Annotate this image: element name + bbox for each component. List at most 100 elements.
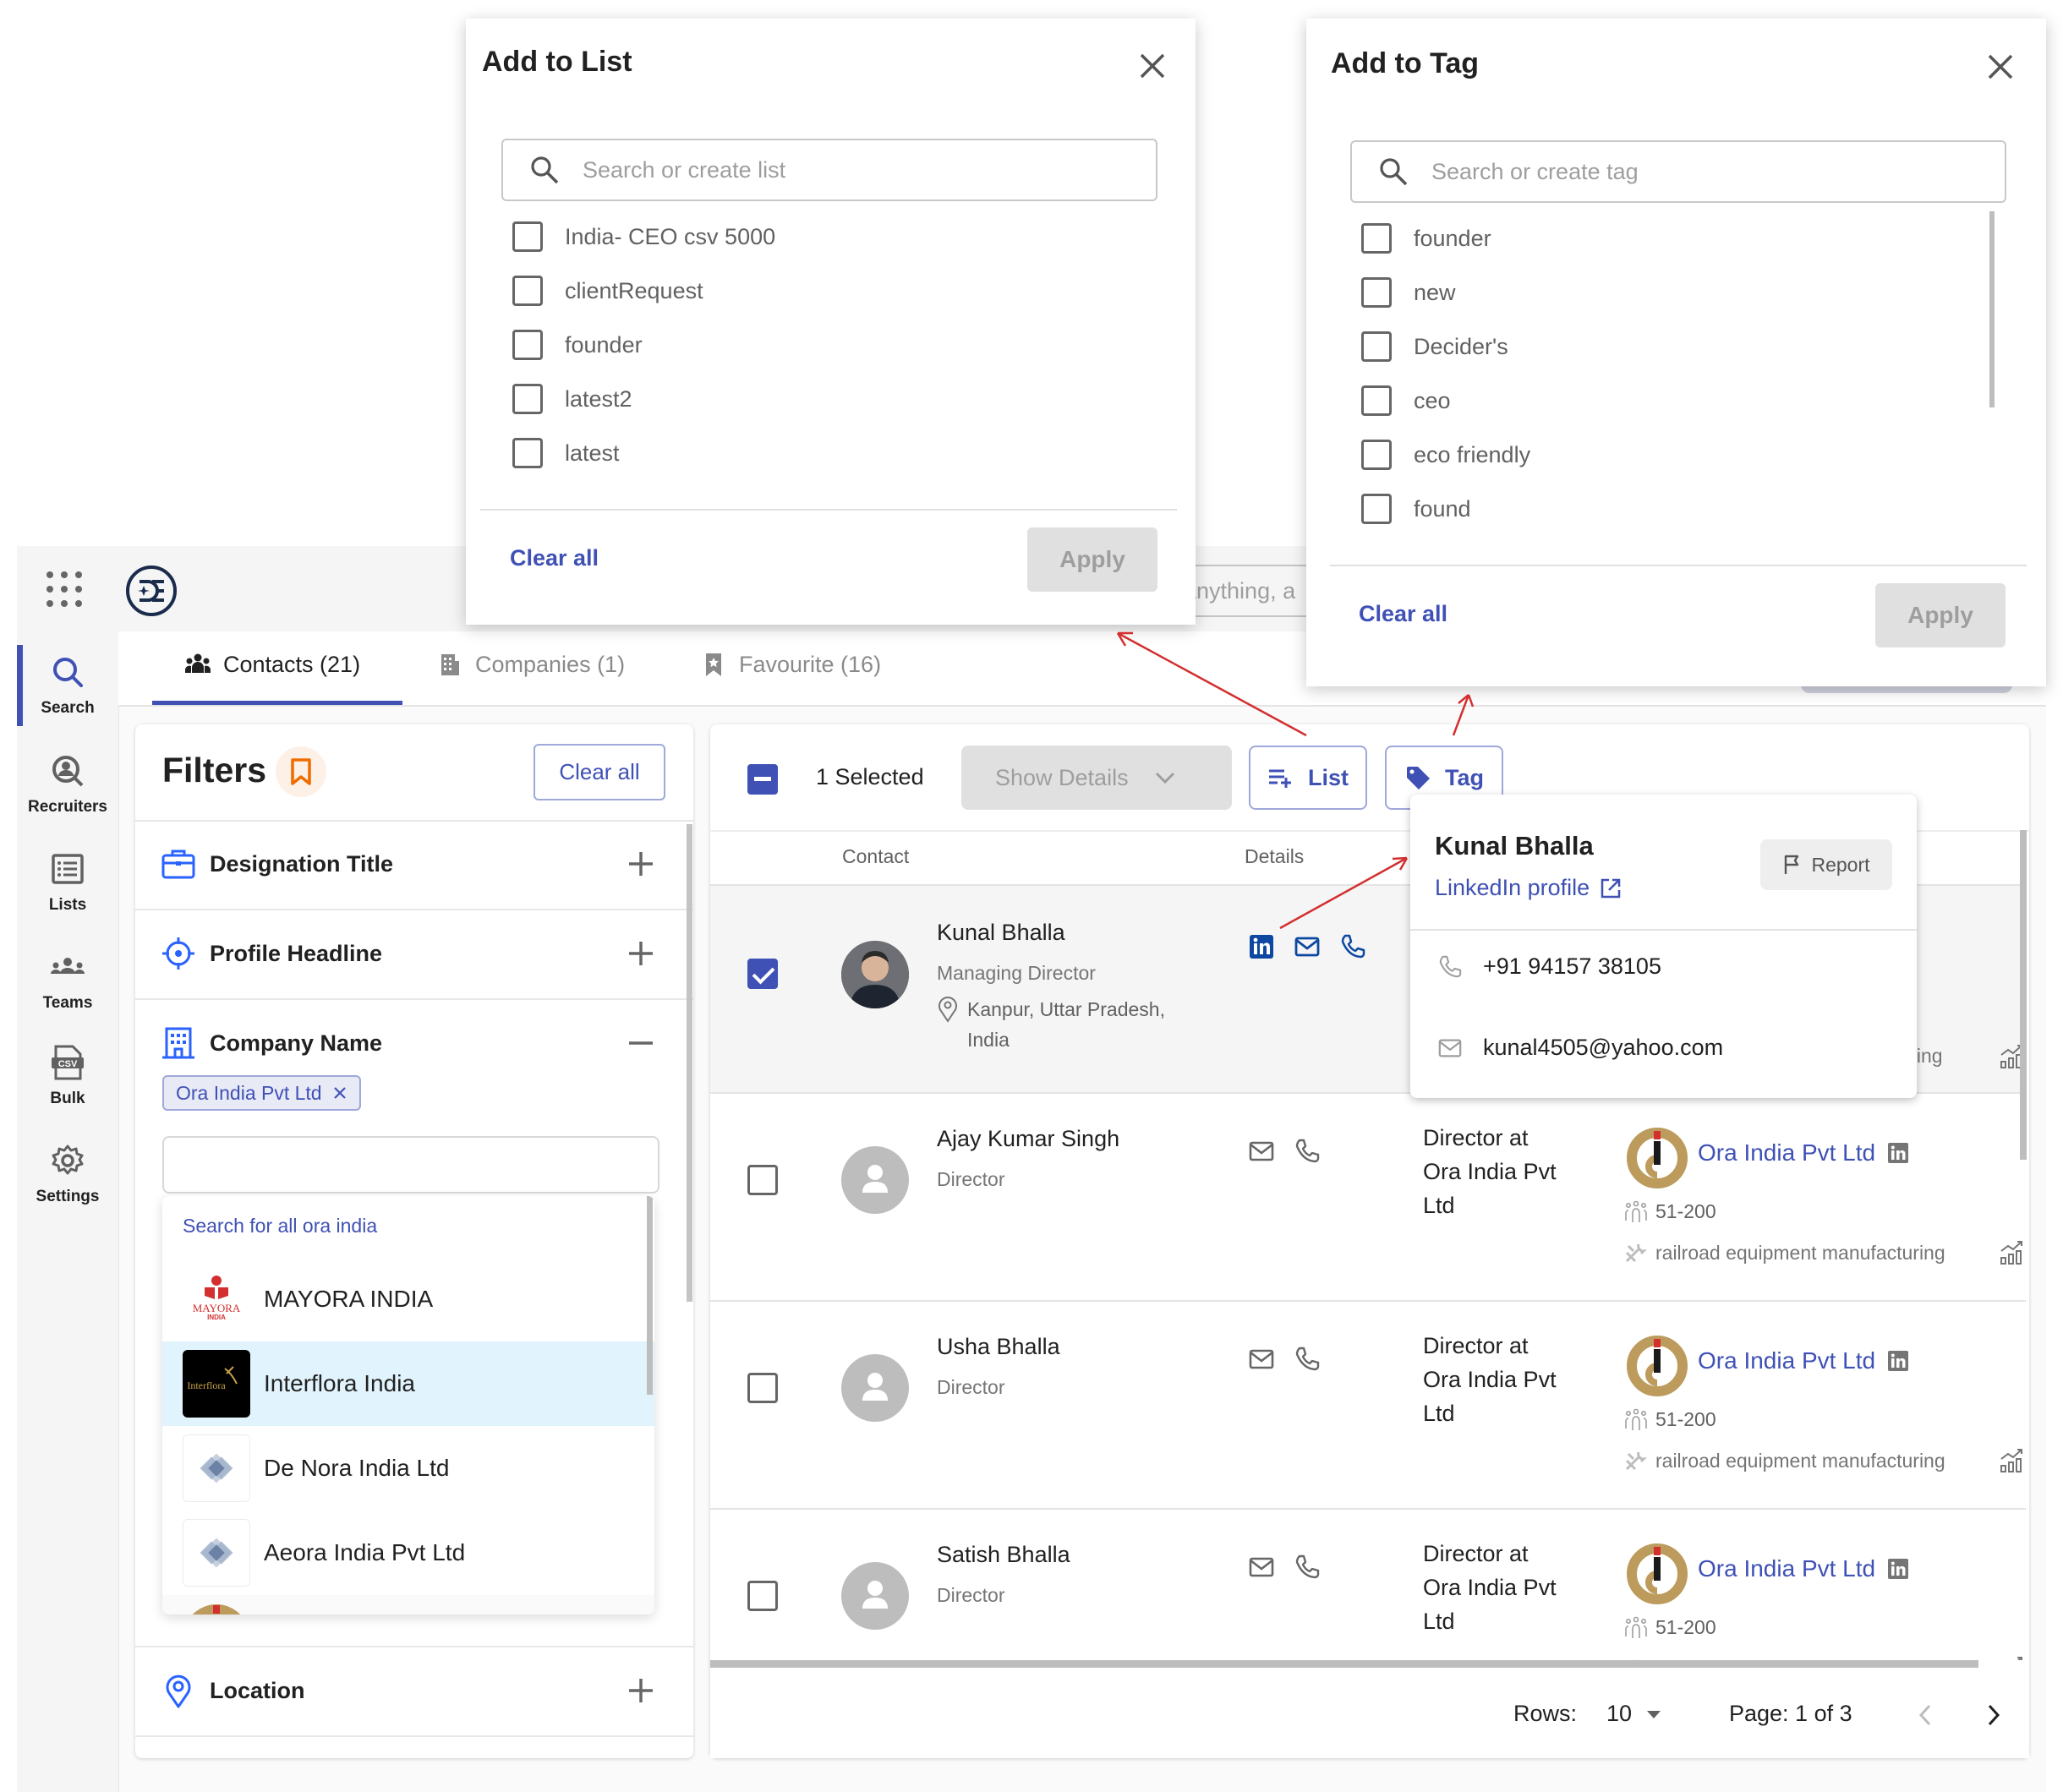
checkbox[interactable] — [512, 330, 543, 360]
company-option[interactable]: MAYORA INDIA MAYORA INDIA — [162, 1257, 654, 1341]
phone-icon[interactable] — [1294, 1554, 1321, 1581]
plus-icon[interactable] — [626, 938, 656, 969]
popover-email[interactable]: kunal4505@yahoo.com — [1437, 1035, 1723, 1061]
tag-option[interactable]: found — [1361, 494, 1471, 524]
list-option[interactable]: founder — [512, 330, 643, 360]
checkbox[interactable] — [1361, 223, 1392, 254]
tab-companies[interactable]: Companies (1) — [436, 651, 625, 678]
company-option[interactable]: De Nora India Ltd — [162, 1426, 654, 1511]
plus-icon[interactable] — [626, 849, 656, 879]
email-icon[interactable] — [1294, 933, 1321, 960]
table-row[interactable]: Satish Bhalla Director Director at Ora In… — [710, 1508, 2026, 1660]
checkbox[interactable] — [1361, 277, 1392, 308]
plus-icon[interactable] — [626, 1675, 656, 1706]
company-option[interactable]: Interflora Interflora India — [162, 1341, 654, 1426]
email-icon[interactable] — [1248, 1554, 1275, 1581]
sidebar-item-settings[interactable]: Settings — [17, 1142, 118, 1206]
list-option[interactable]: latest — [512, 438, 620, 468]
sidebar-item-lists[interactable]: Lists — [17, 850, 118, 915]
checkbox[interactable] — [1361, 494, 1392, 524]
checkbox[interactable] — [1361, 331, 1392, 362]
phone-icon[interactable] — [1294, 1346, 1321, 1373]
table-row[interactable]: Usha Bhalla Director Director at Ora Indi… — [710, 1300, 2026, 1508]
tag-apply-button[interactable]: Apply — [1875, 583, 2006, 647]
filter-location[interactable]: Location — [135, 1647, 693, 1735]
phone-icon[interactable] — [1339, 933, 1366, 960]
filter-profile-headline[interactable]: Profile Headline — [135, 910, 693, 997]
filters-scrollbar[interactable] — [687, 824, 692, 1302]
linkedin-icon[interactable] — [1887, 1142, 1909, 1164]
growth-chart-icon[interactable] — [1999, 1655, 2026, 1660]
contact-name[interactable]: Usha Bhalla — [937, 1334, 1060, 1360]
popover-phone[interactable]: +91 94157 38105 — [1437, 953, 1661, 980]
company-link[interactable]: Ora India Pvt Ltd — [1698, 1555, 1909, 1582]
tag-option[interactable]: Decider's — [1361, 331, 1508, 362]
filters-clear-all-button[interactable]: Clear all — [534, 744, 665, 800]
tag-clear-all-button[interactable]: Clear all — [1359, 601, 1447, 627]
list-option[interactable]: latest2 — [512, 384, 632, 414]
saved-filters-button[interactable] — [276, 746, 326, 797]
row-checkbox[interactable] — [747, 1165, 778, 1195]
checkbox[interactable] — [1361, 440, 1392, 470]
contact-name[interactable]: Ajay Kumar Singh — [937, 1126, 1119, 1152]
company-option-partial[interactable] — [162, 1595, 654, 1614]
phone-icon[interactable] — [1294, 1138, 1321, 1165]
filter-designation-title[interactable]: Designation Title — [135, 820, 693, 908]
brand-logo[interactable] — [125, 565, 178, 617]
email-icon[interactable] — [1248, 1138, 1275, 1165]
company-link[interactable]: Ora India Pvt Ltd — [1698, 1347, 1909, 1374]
tab-contacts[interactable]: Contacts (21) — [184, 651, 360, 678]
linkedin-icon[interactable] — [1887, 1558, 1909, 1580]
row-checkbox[interactable] — [747, 1373, 778, 1403]
report-button[interactable]: Report — [1760, 839, 1892, 890]
linkedin-profile-link[interactable]: LinkedIn profile — [1435, 875, 1622, 901]
tag-option[interactable]: eco friendly — [1361, 440, 1530, 470]
show-details-dropdown[interactable]: Show Details — [961, 746, 1232, 810]
growth-chart-icon[interactable] — [1999, 1239, 2026, 1266]
tag-option[interactable]: new — [1361, 277, 1456, 308]
checkbox[interactable] — [512, 276, 543, 306]
contact-name[interactable]: Satish Bhalla — [937, 1542, 1070, 1568]
row-checkbox[interactable] — [747, 959, 778, 989]
tag-search-input[interactable]: Search or create tag — [1350, 140, 2006, 203]
list-option[interactable]: clientRequest — [512, 276, 703, 306]
search-all-option[interactable]: Search for all ora india — [183, 1215, 377, 1237]
horizontal-scrollbar[interactable] — [710, 1660, 1978, 1668]
checkbox[interactable] — [1361, 385, 1392, 416]
select-all-checkbox[interactable] — [747, 764, 778, 795]
company-link[interactable]: Ora India Pvt Ltd — [1698, 1139, 1909, 1166]
email-icon[interactable] — [1248, 1346, 1275, 1373]
minus-icon[interactable] — [626, 1028, 656, 1058]
previous-page-icon[interactable] — [1916, 1702, 1936, 1728]
linkedin-icon[interactable] — [1248, 933, 1275, 960]
add-to-list-button[interactable]: List — [1249, 746, 1367, 810]
apps-grid-icon[interactable] — [47, 571, 82, 607]
sidebar-item-bulk[interactable]: CSV Bulk — [17, 1044, 118, 1108]
next-page-icon[interactable] — [1983, 1702, 2003, 1728]
sidebar-item-search[interactable]: Search — [17, 653, 118, 718]
growth-chart-icon[interactable] — [1999, 1447, 2026, 1474]
tag-option[interactable]: ceo — [1361, 385, 1451, 416]
company-option[interactable]: Aeora India Pvt Ltd — [162, 1511, 654, 1595]
sidebar-item-recruiters[interactable]: Recruiters — [17, 752, 118, 817]
company-search-input[interactable] — [162, 1136, 659, 1194]
rows-per-page-select[interactable]: 10 — [1606, 1701, 1662, 1727]
checkbox[interactable] — [512, 384, 543, 414]
sidebar-item-teams[interactable]: Teams — [17, 948, 118, 1013]
close-icon[interactable] — [332, 1085, 347, 1101]
list-option[interactable]: India- CEO csv 5000 — [512, 221, 775, 252]
row-checkbox[interactable] — [747, 1581, 778, 1611]
results-scrollbar[interactable] — [2020, 830, 2027, 1160]
company-filter-chip[interactable]: Ora India Pvt Ltd — [162, 1075, 361, 1111]
contact-name[interactable]: Kunal Bhalla — [937, 920, 1065, 946]
filter-company-name[interactable]: Company Name — [135, 999, 693, 1087]
tab-favourite[interactable]: Favourite (16) — [700, 651, 881, 678]
checkbox[interactable] — [512, 438, 543, 468]
close-icon[interactable] — [1137, 51, 1168, 81]
list-search-input[interactable]: Search or create list — [501, 139, 1157, 201]
close-icon[interactable] — [1985, 52, 2016, 82]
tag-option[interactable]: founder — [1361, 223, 1491, 254]
list-clear-all-button[interactable]: Clear all — [510, 545, 599, 571]
linkedin-icon[interactable] — [1887, 1350, 1909, 1372]
tag-list-scrollbar[interactable] — [1989, 211, 1995, 407]
